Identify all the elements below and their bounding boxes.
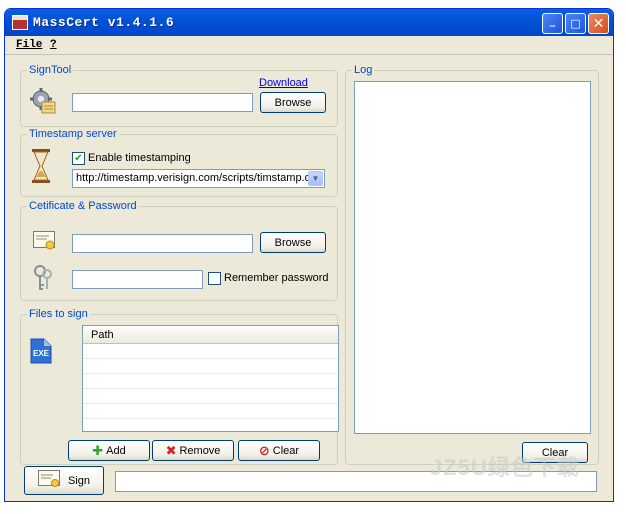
clear-files-button[interactable]: ⊘ Clear <box>238 440 320 461</box>
table-row[interactable] <box>83 359 338 374</box>
table-row[interactable] <box>83 389 338 404</box>
exe-file-icon-text: EXE <box>33 349 50 358</box>
certificate-legend: Cetificate & Password <box>27 200 139 213</box>
log-output[interactable] <box>354 81 591 434</box>
timestamp-group: Timestamp server ✔ Enable timestamping h… <box>20 128 338 197</box>
watermark: JZ5U绿色下载 <box>430 455 580 480</box>
exe-file-icon: EXE <box>30 338 52 364</box>
remove-file-label: Remove <box>179 444 221 457</box>
certificate-path-input[interactable] <box>72 234 253 253</box>
clear-files-label: Clear <box>272 444 300 457</box>
column-path-label: Path <box>91 329 114 341</box>
certificate-icon <box>33 231 57 251</box>
certificate-browse-label: Browse <box>274 236 312 249</box>
sign-certificate-icon <box>37 470 62 491</box>
signtool-browse-label: Browse <box>274 96 312 109</box>
enable-timestamp-label: Enable timestamping <box>88 152 191 164</box>
no-entry-icon: ⊘ <box>258 442 270 458</box>
remove-icon: ✖ <box>165 442 177 458</box>
main-window: MassCert v1.4.1.6 _ □ ✕ File ? SignTool … <box>4 8 614 502</box>
certificate-browse-button[interactable]: Browse <box>260 232 326 253</box>
table-row[interactable] <box>83 344 338 359</box>
chevron-down-icon[interactable]: ▼ <box>308 171 323 186</box>
menu-bar: File ? <box>5 36 613 55</box>
minimize-button[interactable]: _ <box>542 13 563 34</box>
files-group: Files to sign EXE Path ✚ Add ✖ Remove ⊘ <box>20 308 339 465</box>
close-button[interactable]: ✕ <box>588 13 609 34</box>
column-header-path[interactable]: Path <box>83 326 338 344</box>
download-link[interactable]: Download <box>259 77 308 89</box>
close-icon: ✕ <box>592 15 605 32</box>
remember-password-label: Remember password <box>224 272 329 284</box>
password-input[interactable] <box>72 270 203 289</box>
minimize-icon: _ <box>549 14 556 27</box>
signtool-browse-button[interactable]: Browse <box>260 92 326 113</box>
files-grid[interactable]: Path <box>82 325 339 432</box>
log-legend: Log <box>352 64 375 77</box>
title-bar[interactable]: MassCert v1.4.1.6 _ □ ✕ <box>5 9 613 36</box>
signtool-legend: SignTool <box>27 64 74 77</box>
app-icon <box>12 15 28 30</box>
timestamp-url-value: http://timestamp.verisign.com/scripts/ti… <box>76 172 316 184</box>
log-group: Log Clear <box>345 64 599 465</box>
maximize-button[interactable]: □ <box>565 13 586 34</box>
signtool-path-input[interactable] <box>72 93 253 112</box>
table-row[interactable] <box>83 404 338 419</box>
add-file-button[interactable]: ✚ Add <box>68 440 150 461</box>
window-title: MassCert v1.4.1.6 <box>33 15 175 30</box>
gear-icon <box>30 88 56 114</box>
enable-timestamp-checkbox[interactable]: ✔ <box>72 152 85 165</box>
plus-icon: ✚ <box>92 442 104 458</box>
table-row[interactable] <box>83 374 338 389</box>
timestamp-legend: Timestamp server <box>27 128 119 141</box>
signtool-group: SignTool Download Browse <box>20 64 338 127</box>
certificate-group: Cetificate & Password Browse Remember pa… <box>20 200 338 301</box>
maximize-icon: □ <box>570 17 581 30</box>
sign-button[interactable]: Sign <box>24 466 104 495</box>
add-file-label: Add <box>106 444 126 457</box>
files-legend: Files to sign <box>27 308 90 321</box>
timestamp-url-select[interactable]: http://timestamp.verisign.com/scripts/ti… <box>72 169 325 188</box>
remove-file-button[interactable]: ✖ Remove <box>152 440 234 461</box>
remember-password-checkbox[interactable] <box>208 272 221 285</box>
keys-icon <box>33 265 53 293</box>
hourglass-icon <box>31 149 51 183</box>
menu-help[interactable]: ? <box>50 39 57 51</box>
sign-label: Sign <box>67 474 91 487</box>
menu-file[interactable]: File <box>16 39 42 51</box>
table-row[interactable] <box>83 419 338 431</box>
